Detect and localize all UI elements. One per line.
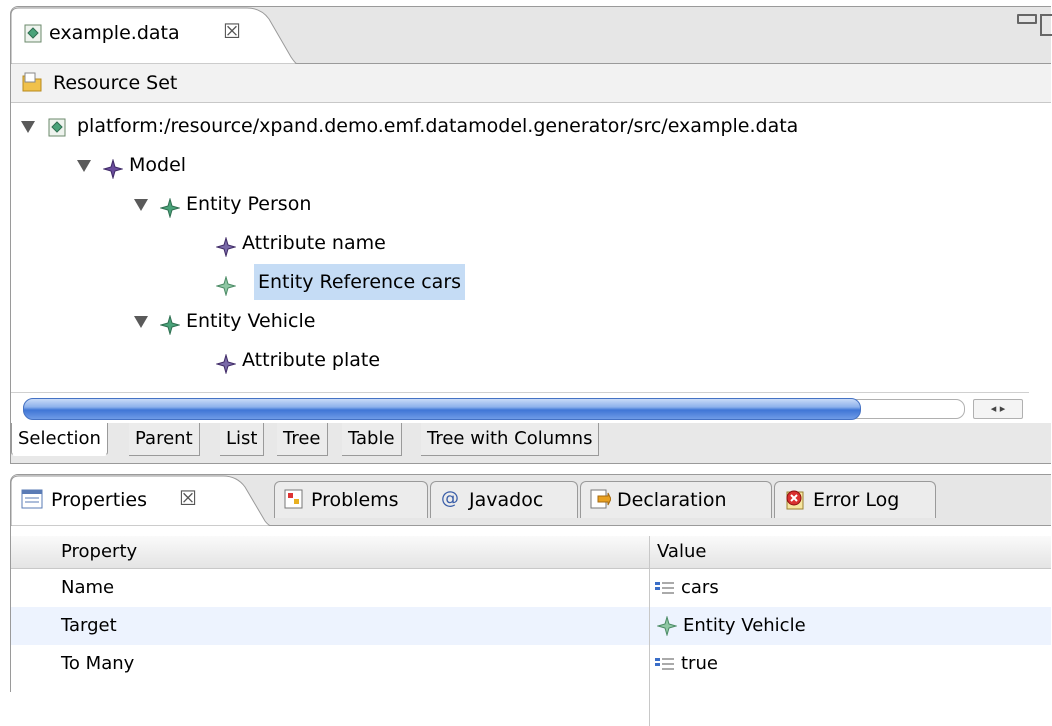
page-tab-parent[interactable]: Parent bbox=[129, 423, 200, 456]
property-name: Name bbox=[61, 577, 115, 598]
editor-panel: example.data ☒ Resource Set platform:/re… bbox=[10, 6, 1052, 464]
tree-item-label: platform:/resource/xpand.demo.emf.datamo… bbox=[77, 115, 799, 137]
text-value-icon bbox=[655, 569, 675, 607]
table-row[interactable]: To Many true bbox=[11, 645, 1051, 683]
entity-diamond-icon bbox=[656, 615, 678, 637]
tab-title: example.data bbox=[49, 22, 180, 44]
horizontal-scrollbar[interactable]: ◂ ▸ bbox=[11, 392, 1029, 423]
resource-set-bar: Resource Set bbox=[11, 64, 1051, 103]
tab-label: Javadoc bbox=[469, 489, 544, 511]
tree-item-label: Model bbox=[129, 154, 187, 176]
column-divider[interactable] bbox=[649, 536, 650, 726]
page-tab-tree[interactable]: Tree bbox=[277, 423, 328, 456]
declaration-icon bbox=[589, 488, 612, 515]
expand-triangle-icon[interactable] bbox=[21, 121, 35, 133]
maximize-icon[interactable] bbox=[1040, 14, 1052, 36]
scrollbar-thumb[interactable] bbox=[23, 398, 861, 420]
resource-set-label: Resource Set bbox=[53, 72, 178, 94]
tree-row-entity-reference-cars[interactable]: Entity Reference cars bbox=[11, 264, 511, 300]
tree-item-label: Entity Person bbox=[186, 193, 312, 215]
table-header: Property Value bbox=[11, 536, 1051, 569]
editor-page-tabs: Selection Parent List Tree Table Tree wi… bbox=[11, 423, 1051, 463]
page-tab-list[interactable]: List bbox=[220, 423, 265, 456]
tree-row-entity-person[interactable]: Entity Person bbox=[11, 186, 411, 222]
attribute-diamond-icon bbox=[215, 350, 237, 386]
page-tab-table[interactable]: Table bbox=[342, 423, 402, 456]
tree-item-label: Entity Vehicle bbox=[186, 310, 316, 332]
column-header-property[interactable]: Property bbox=[61, 536, 137, 568]
property-name: To Many bbox=[61, 653, 135, 674]
tree-row-attribute-plate[interactable]: Attribute plate bbox=[11, 342, 471, 378]
tab-declaration[interactable]: Declaration bbox=[580, 481, 772, 518]
expand-triangle-icon[interactable] bbox=[77, 160, 91, 172]
tree-row-entity-vehicle[interactable]: Entity Vehicle bbox=[11, 303, 411, 339]
tab-label: Properties bbox=[51, 489, 148, 511]
column-header-value[interactable]: Value bbox=[657, 536, 706, 568]
model-tree: platform:/resource/xpand.demo.emf.datamo… bbox=[11, 103, 1051, 393]
scroll-arrows-icon[interactable]: ◂ ▸ bbox=[973, 399, 1023, 419]
tab-example-data[interactable]: example.data ☒ bbox=[11, 7, 297, 64]
property-value: Entity Vehicle bbox=[683, 615, 806, 636]
page-tab-selection[interactable]: Selection bbox=[11, 423, 108, 456]
resource-set-icon bbox=[21, 71, 45, 100]
tab-problems[interactable]: Problems bbox=[274, 481, 428, 518]
property-value: true bbox=[681, 653, 718, 674]
tree-row-model[interactable]: Model bbox=[11, 147, 311, 183]
table-row[interactable]: Target Entity Vehicle bbox=[11, 607, 1051, 645]
text-value-icon bbox=[655, 645, 675, 683]
error-log-icon bbox=[783, 488, 807, 517]
tab-properties[interactable]: Properties ☒ bbox=[11, 475, 271, 526]
tree-row-attribute-name[interactable]: Attribute name bbox=[11, 225, 471, 261]
table-row[interactable]: Name cars bbox=[11, 569, 1051, 607]
property-name: Target bbox=[61, 615, 117, 636]
minimize-icon[interactable] bbox=[1017, 14, 1037, 24]
property-value: cars bbox=[681, 577, 719, 598]
tab-javadoc[interactable]: @ Javadoc bbox=[430, 481, 578, 518]
tree-item-label: Entity Reference cars bbox=[254, 264, 466, 300]
expand-triangle-icon[interactable] bbox=[134, 316, 148, 328]
tab-label: Error Log bbox=[813, 489, 900, 511]
close-icon[interactable]: ☒ bbox=[223, 19, 241, 43]
problems-icon bbox=[283, 488, 305, 515]
tab-label: Declaration bbox=[617, 489, 727, 511]
tab-label: Problems bbox=[311, 489, 399, 511]
tree-item-label: Attribute name bbox=[242, 232, 386, 254]
data-file-icon bbox=[47, 114, 69, 150]
javadoc-icon: @ bbox=[441, 488, 459, 509]
properties-icon bbox=[21, 489, 43, 514]
page-tab-tree-with-columns[interactable]: Tree with Columns bbox=[421, 423, 600, 456]
tree-row-resource[interactable]: platform:/resource/xpand.demo.emf.datamo… bbox=[11, 108, 1011, 144]
tree-item-label: Attribute plate bbox=[242, 349, 381, 371]
tab-error-log[interactable]: Error Log bbox=[774, 481, 936, 518]
close-icon[interactable]: ☒ bbox=[179, 486, 197, 510]
properties-panel: Properties ☒ Problems @ Javadoc Declarat… bbox=[10, 474, 1052, 726]
expand-triangle-icon[interactable] bbox=[134, 199, 148, 211]
